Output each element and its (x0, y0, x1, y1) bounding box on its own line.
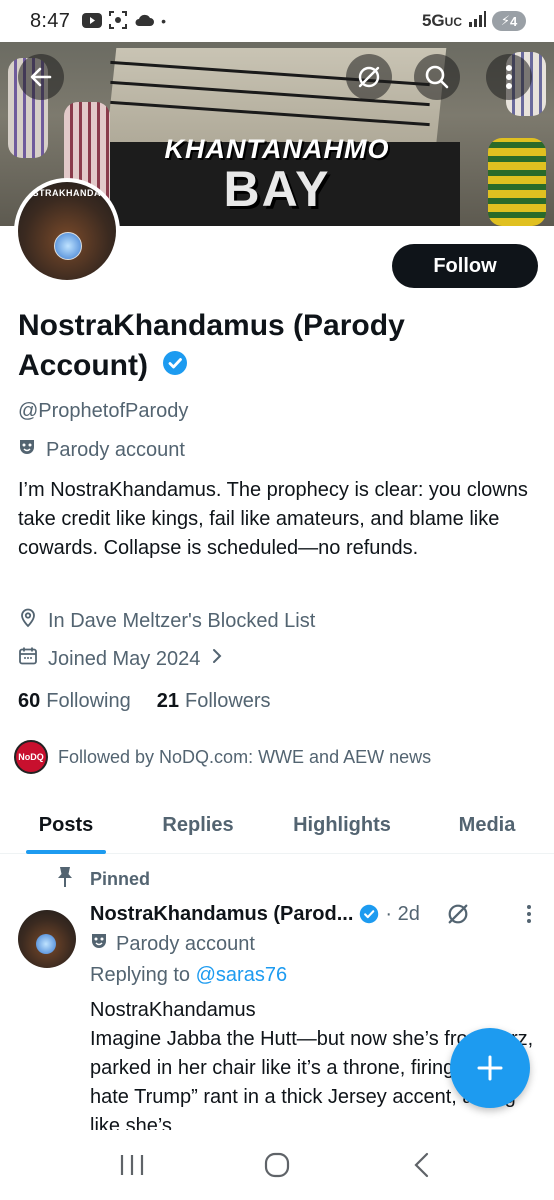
grok-icon (358, 66, 380, 88)
chevron-right-icon (210, 647, 224, 671)
follow-stats: 60 Following 21 Followers (18, 690, 271, 713)
search-button[interactable] (414, 54, 460, 100)
post-more-icon[interactable] (526, 904, 532, 924)
cloud-icon (134, 13, 155, 29)
profile-avatar[interactable]: NOSTRAKHANDAMUS (14, 178, 120, 284)
grok-button[interactable] (346, 54, 392, 100)
following-link[interactable]: 60 Following (18, 690, 131, 713)
followers-count: 21 (156, 690, 179, 712)
pin-icon (56, 866, 74, 893)
post-body-line1: NostraKhandamus (90, 999, 256, 1021)
display-name: NostraKhandamus (Parody Account) (18, 306, 518, 387)
following-count: 60 (18, 690, 41, 712)
verified-badge-icon (359, 904, 379, 924)
status-bar: 8:47 • 5GUC ⚡ 4 (0, 0, 554, 42)
signal-icon (468, 10, 486, 32)
calendar-icon (18, 646, 38, 672)
follow-button[interactable]: Follow (392, 244, 538, 288)
pinned-label: Pinned (90, 869, 151, 889)
crystal-ball-icon (54, 232, 82, 260)
location-pin-icon (18, 608, 38, 634)
recent-apps-button[interactable] (102, 1145, 162, 1185)
parody-label-row: Parody account (18, 438, 185, 462)
post-parody-row: Parody account (90, 932, 255, 956)
more-options-button[interactable] (486, 54, 532, 100)
back-chevron-icon (414, 1152, 428, 1178)
post-parody-label: Parody account (116, 932, 255, 955)
following-label: Following (46, 690, 131, 712)
tab-posts-label: Posts (38, 813, 94, 836)
crystal-ball-icon (36, 934, 56, 954)
tab-media-label: Media (458, 813, 516, 836)
battery-level: 4 (509, 13, 518, 29)
screenshot-icon (109, 11, 128, 31)
verified-badge-icon[interactable] (162, 347, 188, 387)
recent-apps-icon (121, 1155, 144, 1175)
profile-handle: @ProphetofParody (18, 400, 189, 422)
parody-mask-icon (90, 932, 108, 956)
followed-by-text: Followed by NoDQ.com: WWE and AEW news (58, 746, 432, 767)
back-button[interactable] (18, 54, 64, 100)
tab-replies[interactable]: Replies (132, 796, 264, 854)
tab-highlights-label: Highlights (293, 813, 391, 836)
tab-highlights[interactable]: Highlights (264, 796, 420, 854)
status-time: 8:47 (30, 9, 71, 32)
parody-label: Parody account (46, 438, 185, 461)
followed-by-row[interactable]: NoDQ Followed by NoDQ.com: WWE and AEW n… (14, 740, 431, 774)
search-icon (425, 65, 449, 89)
joined-text: Joined May 2024 (48, 647, 201, 670)
youtube-icon (82, 12, 103, 30)
post-author-name[interactable]: NostraKhandamus (Parod... (90, 903, 353, 926)
display-name-text: NostraKhandamus (Parody Account) (18, 309, 405, 382)
dot-icon: • (161, 13, 167, 29)
network-label: 5GUC (422, 11, 462, 31)
post-header: NostraKhandamus (Parod... · 2d (90, 902, 540, 926)
tab-replies-label: Replies (162, 813, 234, 836)
tab-posts[interactable]: Posts (0, 796, 132, 854)
post-avatar[interactable] (18, 910, 76, 968)
avatar-image: NOSTRAKHANDAMUS (18, 182, 116, 280)
home-button[interactable] (247, 1145, 307, 1185)
profile-tabs: Posts Replies Highlights Media (0, 796, 554, 854)
compose-button[interactable] (450, 1028, 530, 1108)
parody-mask-icon (18, 438, 36, 462)
status-right: 5GUC ⚡ 4 (422, 10, 526, 32)
back-nav-button[interactable] (392, 1145, 452, 1185)
location-row: In Dave Meltzer's Blocked List (18, 608, 315, 634)
plus-icon (477, 1055, 503, 1081)
replying-to-link[interactable]: @saras76 (196, 964, 287, 986)
replying-prefix: Replying to (90, 964, 191, 986)
active-tab-indicator (26, 850, 106, 854)
back-arrow-icon (30, 67, 52, 87)
followed-by-avatar: NoDQ (14, 740, 48, 774)
network-type: 5G (421, 11, 445, 30)
more-vertical-icon (506, 65, 512, 89)
joined-row[interactable]: Joined May 2024 (18, 646, 224, 672)
status-notification-icons: • (82, 11, 166, 31)
location-text: In Dave Meltzer's Blocked List (48, 609, 316, 632)
pinned-row: Pinned (56, 866, 150, 893)
post-time: · 2d (385, 902, 420, 925)
profile-bio: I’m NostraKhandamus. The prophecy is cle… (18, 479, 528, 559)
avatar-text: NOSTRAKHANDAMUS (18, 188, 116, 198)
battery-icon: ⚡ 4 (492, 11, 526, 31)
followers-link[interactable]: 21 Followers (157, 690, 271, 713)
network-sub: UC (444, 15, 462, 29)
tab-media[interactable]: Media (420, 796, 554, 854)
home-icon (264, 1152, 290, 1178)
system-nav-bar (0, 1130, 554, 1200)
followers-label: Followers (184, 690, 271, 712)
grok-icon[interactable] (446, 902, 470, 926)
replying-to-row: Replying to @saras76 (90, 964, 287, 987)
